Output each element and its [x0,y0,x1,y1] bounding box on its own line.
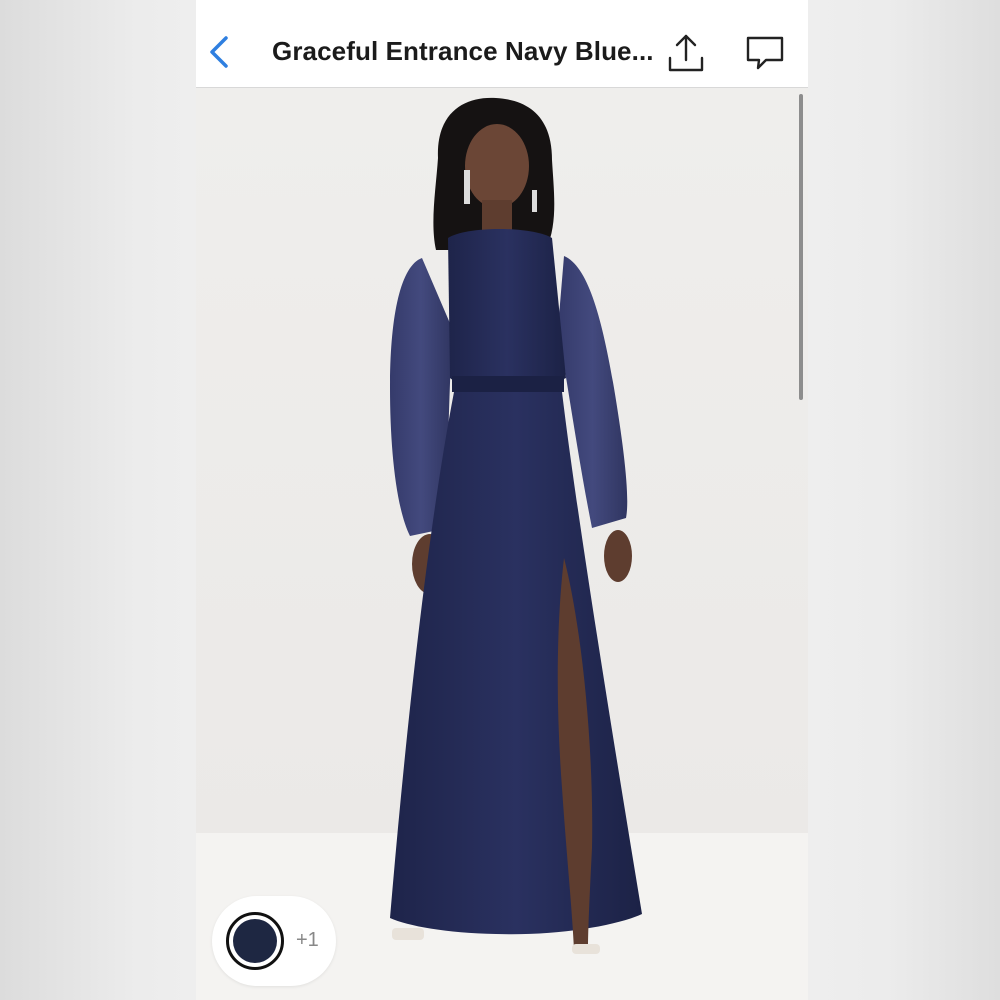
color-swatch-selected[interactable] [226,912,284,970]
background-right [808,0,1000,1000]
share-icon [668,34,704,72]
chevron-left-icon [210,36,228,68]
background-left [0,0,196,1000]
color-swatch-fill [233,919,277,963]
navigation-bar: Graceful Entrance Navy Blue... [196,0,808,88]
page-title: Graceful Entrance Navy Blue... [272,36,654,66]
color-selector: +1 [212,896,336,986]
share-button[interactable] [666,32,706,76]
product-image[interactable] [196,88,808,1000]
chat-button[interactable] [744,34,786,74]
product-photo-illustration [196,88,808,1000]
back-button[interactable] [204,30,240,74]
scrollbar[interactable] [799,94,803,400]
more-colors-count[interactable]: +1 [296,929,319,952]
chat-bubble-icon [746,36,784,70]
product-detail-screen: Graceful Entrance Navy Blue... +1 [196,0,808,1000]
